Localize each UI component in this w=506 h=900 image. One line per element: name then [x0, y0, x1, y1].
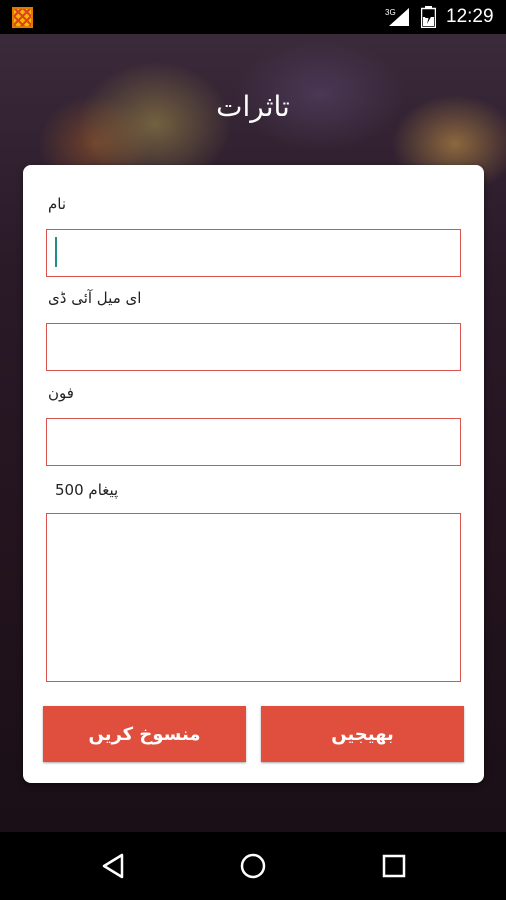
phone-label: فون: [48, 384, 74, 402]
email-field[interactable]: [46, 323, 461, 371]
name-field[interactable]: [46, 229, 461, 277]
name-label: نام: [48, 195, 67, 213]
network-type-label: 3G: [385, 8, 396, 17]
signal-icon: 3G: [385, 8, 409, 26]
message-label: پیغام 500: [55, 481, 119, 499]
feedback-form-card: نام ای میل آئی ڈی فون پیغام 500 منسوخ کر…: [23, 165, 484, 783]
text-cursor: [55, 237, 57, 267]
send-button[interactable]: بھیجیں: [261, 706, 464, 762]
recents-icon[interactable]: [378, 850, 410, 882]
clock: 12:29: [446, 6, 494, 27]
battery-icon: [421, 6, 436, 28]
cancel-button[interactable]: منسوخ کریں: [43, 706, 246, 762]
page-title: تاثرات: [216, 90, 290, 123]
home-icon[interactable]: [237, 850, 269, 882]
email-label: ای میل آئی ڈی: [48, 289, 142, 307]
screen: 3G 12:29 تاثرات نام ای میل آئی ڈی فون پی…: [0, 0, 506, 900]
navigation-bar: [0, 832, 506, 900]
app-notification-icon: [12, 7, 33, 28]
status-bar: 3G 12:29: [0, 0, 506, 34]
phone-field[interactable]: [46, 418, 461, 466]
back-icon[interactable]: [98, 850, 130, 882]
message-field[interactable]: [46, 513, 461, 682]
